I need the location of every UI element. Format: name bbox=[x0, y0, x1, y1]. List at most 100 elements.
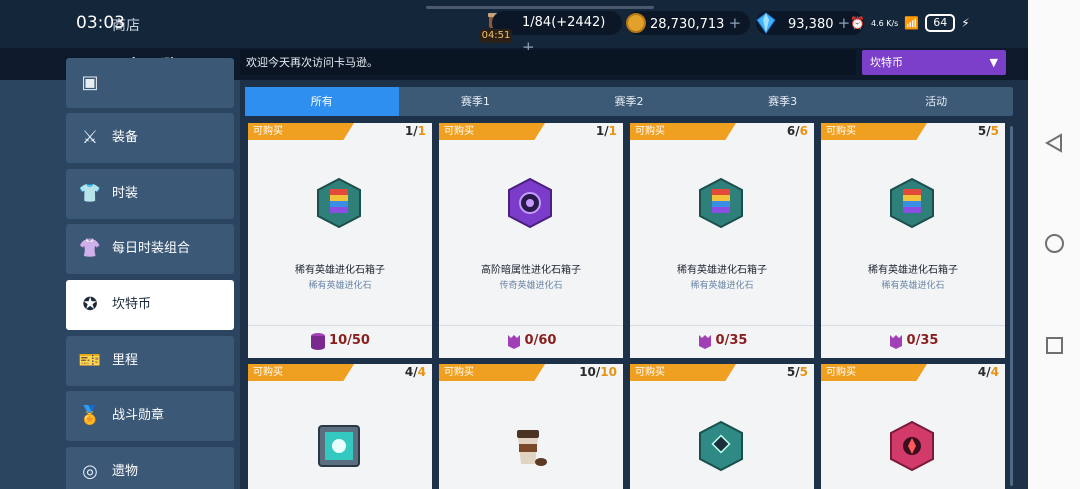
stock-count: 4/4 bbox=[977, 365, 999, 379]
purchasable-badge: 可购买 bbox=[821, 123, 927, 140]
shop-card[interactable]: 可购买 4/4 bbox=[821, 364, 1005, 489]
gold-add-button[interactable]: + bbox=[729, 14, 742, 32]
recent-apps-icon[interactable] bbox=[1046, 337, 1063, 354]
item-subtitle: 稀有英雄进化石 bbox=[690, 281, 754, 291]
sidebar-item-label: 坎特币 bbox=[112, 297, 152, 312]
gem-add-button[interactable]: + bbox=[838, 14, 851, 32]
stock-count: 1/1 bbox=[595, 124, 617, 138]
sidebar-item-relic[interactable]: ◎ 遗物 bbox=[66, 447, 234, 489]
wifi-icon: 📶 bbox=[904, 16, 920, 30]
coin-stack-icon bbox=[311, 332, 326, 350]
tab-season-3[interactable]: 赛季3 bbox=[706, 87, 860, 116]
stock-count: 5/5 bbox=[977, 124, 999, 138]
charging-icon: ⚡ bbox=[961, 16, 970, 30]
tab-season-1[interactable]: 赛季1 bbox=[399, 87, 553, 116]
sidebar-item-label: 时装 bbox=[112, 186, 139, 201]
currency-dropdown-value: 坎特币 bbox=[870, 56, 903, 69]
pink-crate-icon bbox=[890, 420, 934, 472]
sidebar-item-daily-costume-set[interactable]: 👚 每日时装组合 bbox=[66, 224, 234, 274]
shop-card[interactable]: 可购买 5/5 稀有英雄进化石箱子 稀有英雄进化石 0/35 bbox=[821, 123, 1005, 358]
teal-crate-icon bbox=[699, 420, 743, 472]
glow-box-icon bbox=[318, 425, 360, 467]
gem-value: 93,380 bbox=[788, 17, 834, 32]
stock-count: 1/1 bbox=[404, 124, 426, 138]
purchasable-badge: 可购买 bbox=[630, 123, 736, 140]
item-price: 0/35 bbox=[821, 331, 1005, 351]
tab-season-2[interactable]: 赛季2 bbox=[552, 87, 706, 116]
sidebar-item-label: 遗物 bbox=[112, 464, 139, 479]
battery-indicator: 64 bbox=[925, 14, 956, 32]
coffee-value: 1/84(+2442) bbox=[522, 15, 606, 30]
purchasable-badge: 可购买 bbox=[248, 364, 354, 381]
shop-card[interactable]: 可购买 4/4 bbox=[248, 364, 432, 489]
sidebar-item-equipment[interactable]: ⚔ 装备 bbox=[66, 113, 234, 163]
item-subtitle: 传奇英雄进化石 bbox=[499, 281, 563, 291]
sidebar-item-label: 里程 bbox=[112, 353, 139, 368]
purchasable-badge: 可购买 bbox=[821, 364, 927, 381]
rare-crate-icon bbox=[317, 177, 361, 229]
purchasable-badge: 可购买 bbox=[248, 123, 354, 140]
sidebar-item-cantcoin[interactable]: ✪ 坎特币 bbox=[66, 280, 234, 330]
shop-card[interactable]: 可购买 6/6 稀有英雄进化石箱子 稀有英雄进化石 0/35 bbox=[630, 123, 814, 358]
gold-value: 28,730,713 bbox=[650, 17, 725, 32]
category-tabs: 所有 赛季1 赛季2 赛季3 活动 bbox=[245, 87, 1013, 116]
demon-coin-icon bbox=[698, 334, 711, 349]
purchasable-badge: 可购买 bbox=[439, 123, 545, 140]
sword-icon: ⚔ bbox=[81, 127, 99, 148]
app-root: 商店 03:03 1/84(+2442) + 04:51 28,730,713 … bbox=[0, 0, 1080, 489]
currency-dropdown[interactable]: 坎特币 ▼ bbox=[862, 50, 1006, 75]
sidebar-item-top[interactable]: ▣ bbox=[66, 58, 234, 108]
outfit-set-icon: 👚 bbox=[78, 238, 102, 259]
gem-icon bbox=[756, 12, 776, 34]
item-name: 稀有英雄进化石箱子 bbox=[295, 265, 385, 276]
purchasable-badge: 可购买 bbox=[630, 364, 736, 381]
item-price: 10/50 bbox=[248, 331, 432, 351]
rare-crate-icon bbox=[890, 177, 934, 229]
stock-count: 6/6 bbox=[786, 124, 808, 138]
item-price: 0/35 bbox=[630, 331, 814, 351]
shop-card[interactable]: 可购买 1/1 高阶暗属性进化石箱子 传奇英雄进化石 0/60 bbox=[439, 123, 623, 358]
shop-card[interactable]: 可购买 10/10 bbox=[439, 364, 623, 489]
shop-card[interactable]: 可购买 5/5 bbox=[630, 364, 814, 489]
shirt-icon: 👕 bbox=[78, 183, 102, 204]
card-divider bbox=[248, 325, 432, 326]
tab-all[interactable]: 所有 bbox=[245, 87, 399, 116]
item-subtitle: 稀有英雄进化石 bbox=[308, 281, 372, 291]
cards-scrollbar[interactable] bbox=[1010, 126, 1013, 486]
system-navbar bbox=[1028, 0, 1080, 489]
item-name: 稀有英雄进化石箱子 bbox=[677, 265, 767, 276]
top-bar: 商店 03:03 1/84(+2442) + 04:51 28,730,713 … bbox=[0, 0, 1028, 56]
purchasable-badge: 可购买 bbox=[439, 364, 545, 381]
sidebar-item-label: 每日时装组合 bbox=[112, 241, 191, 256]
status-time: 03:03 bbox=[76, 13, 125, 33]
network-speed: 4.6 K/s bbox=[870, 18, 899, 28]
medal-icon: 🏅 bbox=[78, 405, 102, 426]
cantcoin-icon: ✪ bbox=[82, 294, 98, 315]
welcome-banner: 欢迎今天再次访问卡马逊。 bbox=[240, 50, 856, 75]
dark-crate-icon bbox=[508, 177, 552, 229]
item-name: 稀有英雄进化石箱子 bbox=[868, 265, 958, 276]
system-status: ⏰ 4.6 K/s 📶 64 ⚡ bbox=[850, 14, 970, 32]
shop-card[interactable]: 可购买 1/1 稀有英雄进化石箱子 稀有英雄进化石 10/50 bbox=[248, 123, 432, 358]
relic-icon: ◎ bbox=[82, 461, 98, 482]
card-divider bbox=[439, 325, 623, 326]
chevron-down-icon: ▼ bbox=[989, 56, 998, 69]
back-icon[interactable] bbox=[1044, 133, 1064, 153]
item-price: 0/60 bbox=[439, 331, 623, 351]
home-icon[interactable] bbox=[1045, 234, 1064, 253]
gold-coin-icon bbox=[626, 13, 646, 33]
rare-crate-icon bbox=[699, 177, 743, 229]
stock-count: 10/10 bbox=[579, 365, 617, 379]
coffee-timer: 04:51 bbox=[480, 29, 512, 43]
sidebar-item-mileage[interactable]: 🎫 里程 bbox=[66, 336, 234, 386]
tab-event[interactable]: 活动 bbox=[859, 87, 1013, 116]
stock-count: 4/4 bbox=[404, 365, 426, 379]
sidebar-item-battle-medal[interactable]: 🏅 战斗勋章 bbox=[66, 391, 234, 441]
item-name: 高阶暗属性进化石箱子 bbox=[481, 265, 581, 276]
sidebar-item-label: 战斗勋章 bbox=[112, 408, 165, 423]
stock-count: 5/5 bbox=[786, 365, 808, 379]
item-subtitle: 稀有英雄进化石 bbox=[881, 281, 945, 291]
topbar-indicator bbox=[426, 6, 654, 9]
coffee-cup-icon bbox=[517, 430, 547, 466]
sidebar-item-costume[interactable]: 👕 时装 bbox=[66, 169, 234, 219]
